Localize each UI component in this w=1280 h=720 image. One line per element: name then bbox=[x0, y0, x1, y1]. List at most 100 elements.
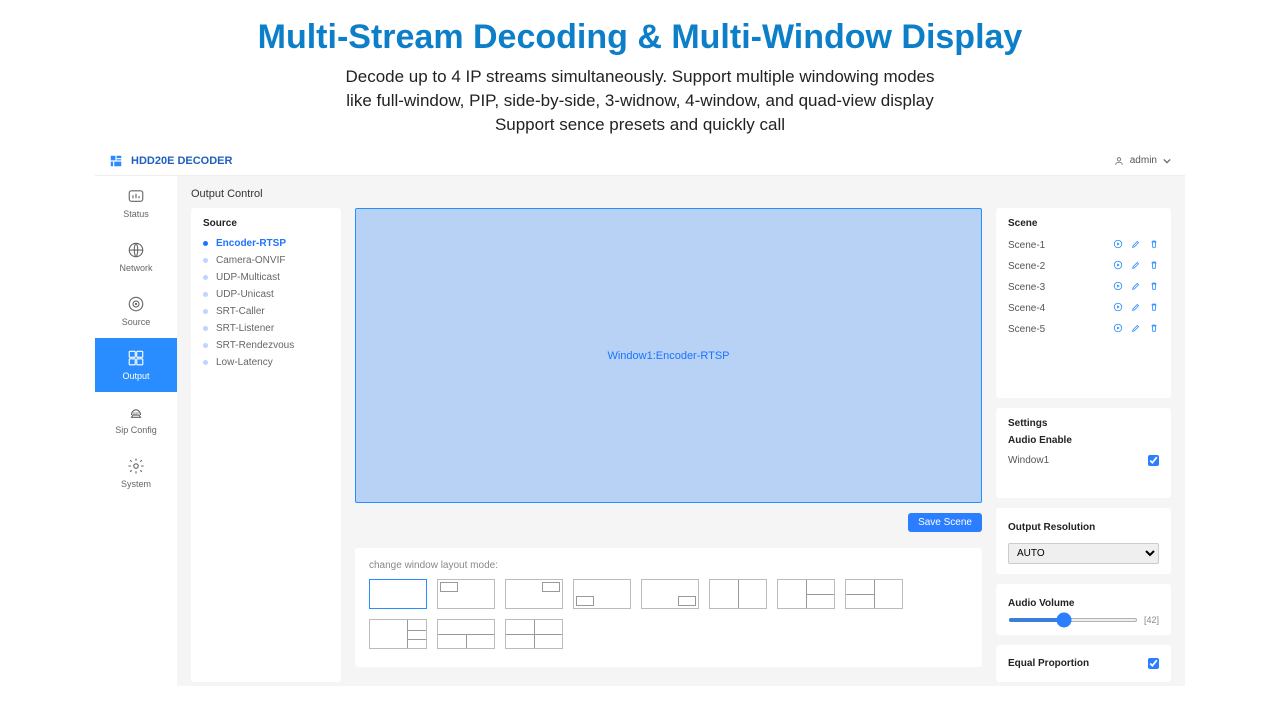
audio-enable-head: Audio Enable bbox=[1008, 435, 1159, 446]
source-item[interactable]: Camera-ONVIF bbox=[203, 252, 329, 269]
edit-icon[interactable] bbox=[1131, 260, 1141, 273]
save-scene-button[interactable]: Save Scene bbox=[908, 513, 982, 532]
audio-enable-checkbox[interactable] bbox=[1148, 455, 1159, 466]
scene-label: Scene-2 bbox=[1008, 261, 1045, 272]
viewport: Window1:Encoder-RTSP Save Scene change w… bbox=[355, 208, 982, 682]
source-item[interactable]: Low-Latency bbox=[203, 354, 329, 371]
layout-1-3[interactable] bbox=[369, 619, 427, 649]
layout-pip-tr[interactable] bbox=[505, 579, 563, 609]
audio-enable-row: Window1 bbox=[1008, 452, 1159, 469]
layout-quad[interactable] bbox=[505, 619, 563, 649]
layout-full[interactable] bbox=[369, 579, 427, 609]
equal-proportion-checkbox[interactable] bbox=[1148, 658, 1159, 669]
source-item[interactable]: SRT-Listener bbox=[203, 320, 329, 337]
nav-output[interactable]: Output bbox=[95, 338, 177, 392]
play-icon[interactable] bbox=[1113, 281, 1123, 294]
source-icon bbox=[127, 295, 145, 313]
source-label: UDP-Multicast bbox=[216, 272, 280, 283]
source-dot-icon bbox=[203, 309, 208, 314]
nav-source[interactable]: Source bbox=[95, 284, 177, 338]
edit-icon[interactable] bbox=[1131, 281, 1141, 294]
user-label: admin bbox=[1130, 155, 1157, 166]
resolution-head: Output Resolution bbox=[1008, 522, 1159, 533]
sip-icon: SIP bbox=[127, 403, 145, 421]
scene-row: Scene-3 bbox=[1008, 277, 1159, 298]
edit-icon[interactable] bbox=[1131, 302, 1141, 315]
volume-slider[interactable] bbox=[1008, 618, 1138, 622]
source-head: Source bbox=[203, 218, 329, 229]
source-dot-icon bbox=[203, 275, 208, 280]
layout-options bbox=[369, 579, 968, 649]
layout-label: change window layout mode: bbox=[369, 560, 968, 571]
delete-icon[interactable] bbox=[1149, 323, 1159, 336]
source-item[interactable]: SRT-Caller bbox=[203, 303, 329, 320]
play-icon[interactable] bbox=[1113, 323, 1123, 336]
resolution-panel: Output Resolution AUTO bbox=[996, 508, 1171, 574]
play-icon[interactable] bbox=[1113, 302, 1123, 315]
source-label: SRT-Rendezvous bbox=[216, 340, 294, 351]
source-item[interactable]: UDP-Unicast bbox=[203, 286, 329, 303]
settings-head: Settings bbox=[1008, 418, 1159, 429]
source-dot-icon bbox=[203, 360, 208, 365]
edit-icon[interactable] bbox=[1131, 239, 1141, 252]
delete-icon[interactable] bbox=[1149, 260, 1159, 273]
nav-label: Network bbox=[119, 263, 152, 273]
layout-pip-bl[interactable] bbox=[573, 579, 631, 609]
scene-label: Scene-4 bbox=[1008, 303, 1045, 314]
user-menu[interactable]: admin bbox=[1114, 155, 1171, 166]
output-icon bbox=[127, 349, 145, 367]
layout-2-1[interactable] bbox=[845, 579, 903, 609]
topbar: HDD20E DECODER admin bbox=[95, 146, 1185, 176]
layout-pip-tl[interactable] bbox=[437, 579, 495, 609]
layout-pip-br[interactable] bbox=[641, 579, 699, 609]
nav-status[interactable]: Status bbox=[95, 176, 177, 230]
source-label: Low-Latency bbox=[216, 357, 273, 368]
main: Status Network Source Output SIP Sip Con… bbox=[95, 176, 1185, 686]
source-item[interactable]: UDP-Multicast bbox=[203, 269, 329, 286]
delete-icon[interactable] bbox=[1149, 281, 1159, 294]
nav-system[interactable]: System bbox=[95, 446, 177, 500]
source-item[interactable]: Encoder-RTSP bbox=[203, 235, 329, 252]
settings-panel: Settings Audio Enable Window1 bbox=[996, 408, 1171, 498]
scene-head: Scene bbox=[1008, 218, 1159, 229]
scene-row: Scene-1 bbox=[1008, 235, 1159, 256]
gear-icon bbox=[127, 457, 145, 475]
hero-line3: Support sence presets and quickly call bbox=[0, 113, 1280, 137]
delete-icon[interactable] bbox=[1149, 302, 1159, 315]
nav-sip[interactable]: SIP Sip Config bbox=[95, 392, 177, 446]
scene-label: Scene-5 bbox=[1008, 324, 1045, 335]
play-icon[interactable] bbox=[1113, 260, 1123, 273]
nav-network[interactable]: Network bbox=[95, 230, 177, 284]
delete-icon[interactable] bbox=[1149, 239, 1159, 252]
hero-line1: Decode up to 4 IP streams simultaneously… bbox=[0, 65, 1280, 89]
source-label: Camera-ONVIF bbox=[216, 255, 285, 266]
app-window: HDD20E DECODER admin Status Network Sour… bbox=[95, 146, 1185, 686]
source-item[interactable]: SRT-Rendezvous bbox=[203, 337, 329, 354]
edit-icon[interactable] bbox=[1131, 323, 1141, 336]
nav-label: Sip Config bbox=[115, 425, 157, 435]
layout-tb[interactable] bbox=[437, 619, 495, 649]
scene-row: Scene-5 bbox=[1008, 319, 1159, 340]
preview-window[interactable]: Window1:Encoder-RTSP bbox=[355, 208, 982, 503]
source-label: SRT-Listener bbox=[216, 323, 274, 334]
play-icon[interactable] bbox=[1113, 239, 1123, 252]
brand: HDD20E DECODER bbox=[109, 154, 232, 168]
preview-label: Window1:Encoder-RTSP bbox=[607, 350, 729, 362]
layout-1-2[interactable] bbox=[777, 579, 835, 609]
hero-title: Multi-Stream Decoding & Multi-Window Dis… bbox=[0, 0, 1280, 65]
equal-proportion-label: Equal Proportion bbox=[1008, 658, 1089, 669]
scene-row: Scene-2 bbox=[1008, 256, 1159, 277]
resolution-select[interactable]: AUTO bbox=[1008, 543, 1159, 564]
right-column: Scene Scene-1 Scene-2 Scene-3 Scene-4 Scene-… bbox=[996, 208, 1171, 682]
chevron-down-icon bbox=[1163, 157, 1171, 165]
layout-sbs[interactable] bbox=[709, 579, 767, 609]
audio-window-label: Window1 bbox=[1008, 455, 1049, 466]
nav-label: Status bbox=[123, 209, 149, 219]
source-label: SRT-Caller bbox=[216, 306, 265, 317]
volume-value: [42] bbox=[1144, 615, 1159, 625]
scene-label: Scene-3 bbox=[1008, 282, 1045, 293]
content: Output Control Source Encoder-RTSPCamera… bbox=[177, 176, 1185, 686]
equal-proportion-panel: Equal Proportion bbox=[996, 645, 1171, 682]
source-panel: Source Encoder-RTSP Camera-ONVIF UDP-Multi… bbox=[191, 208, 341, 682]
user-icon bbox=[1114, 156, 1124, 166]
